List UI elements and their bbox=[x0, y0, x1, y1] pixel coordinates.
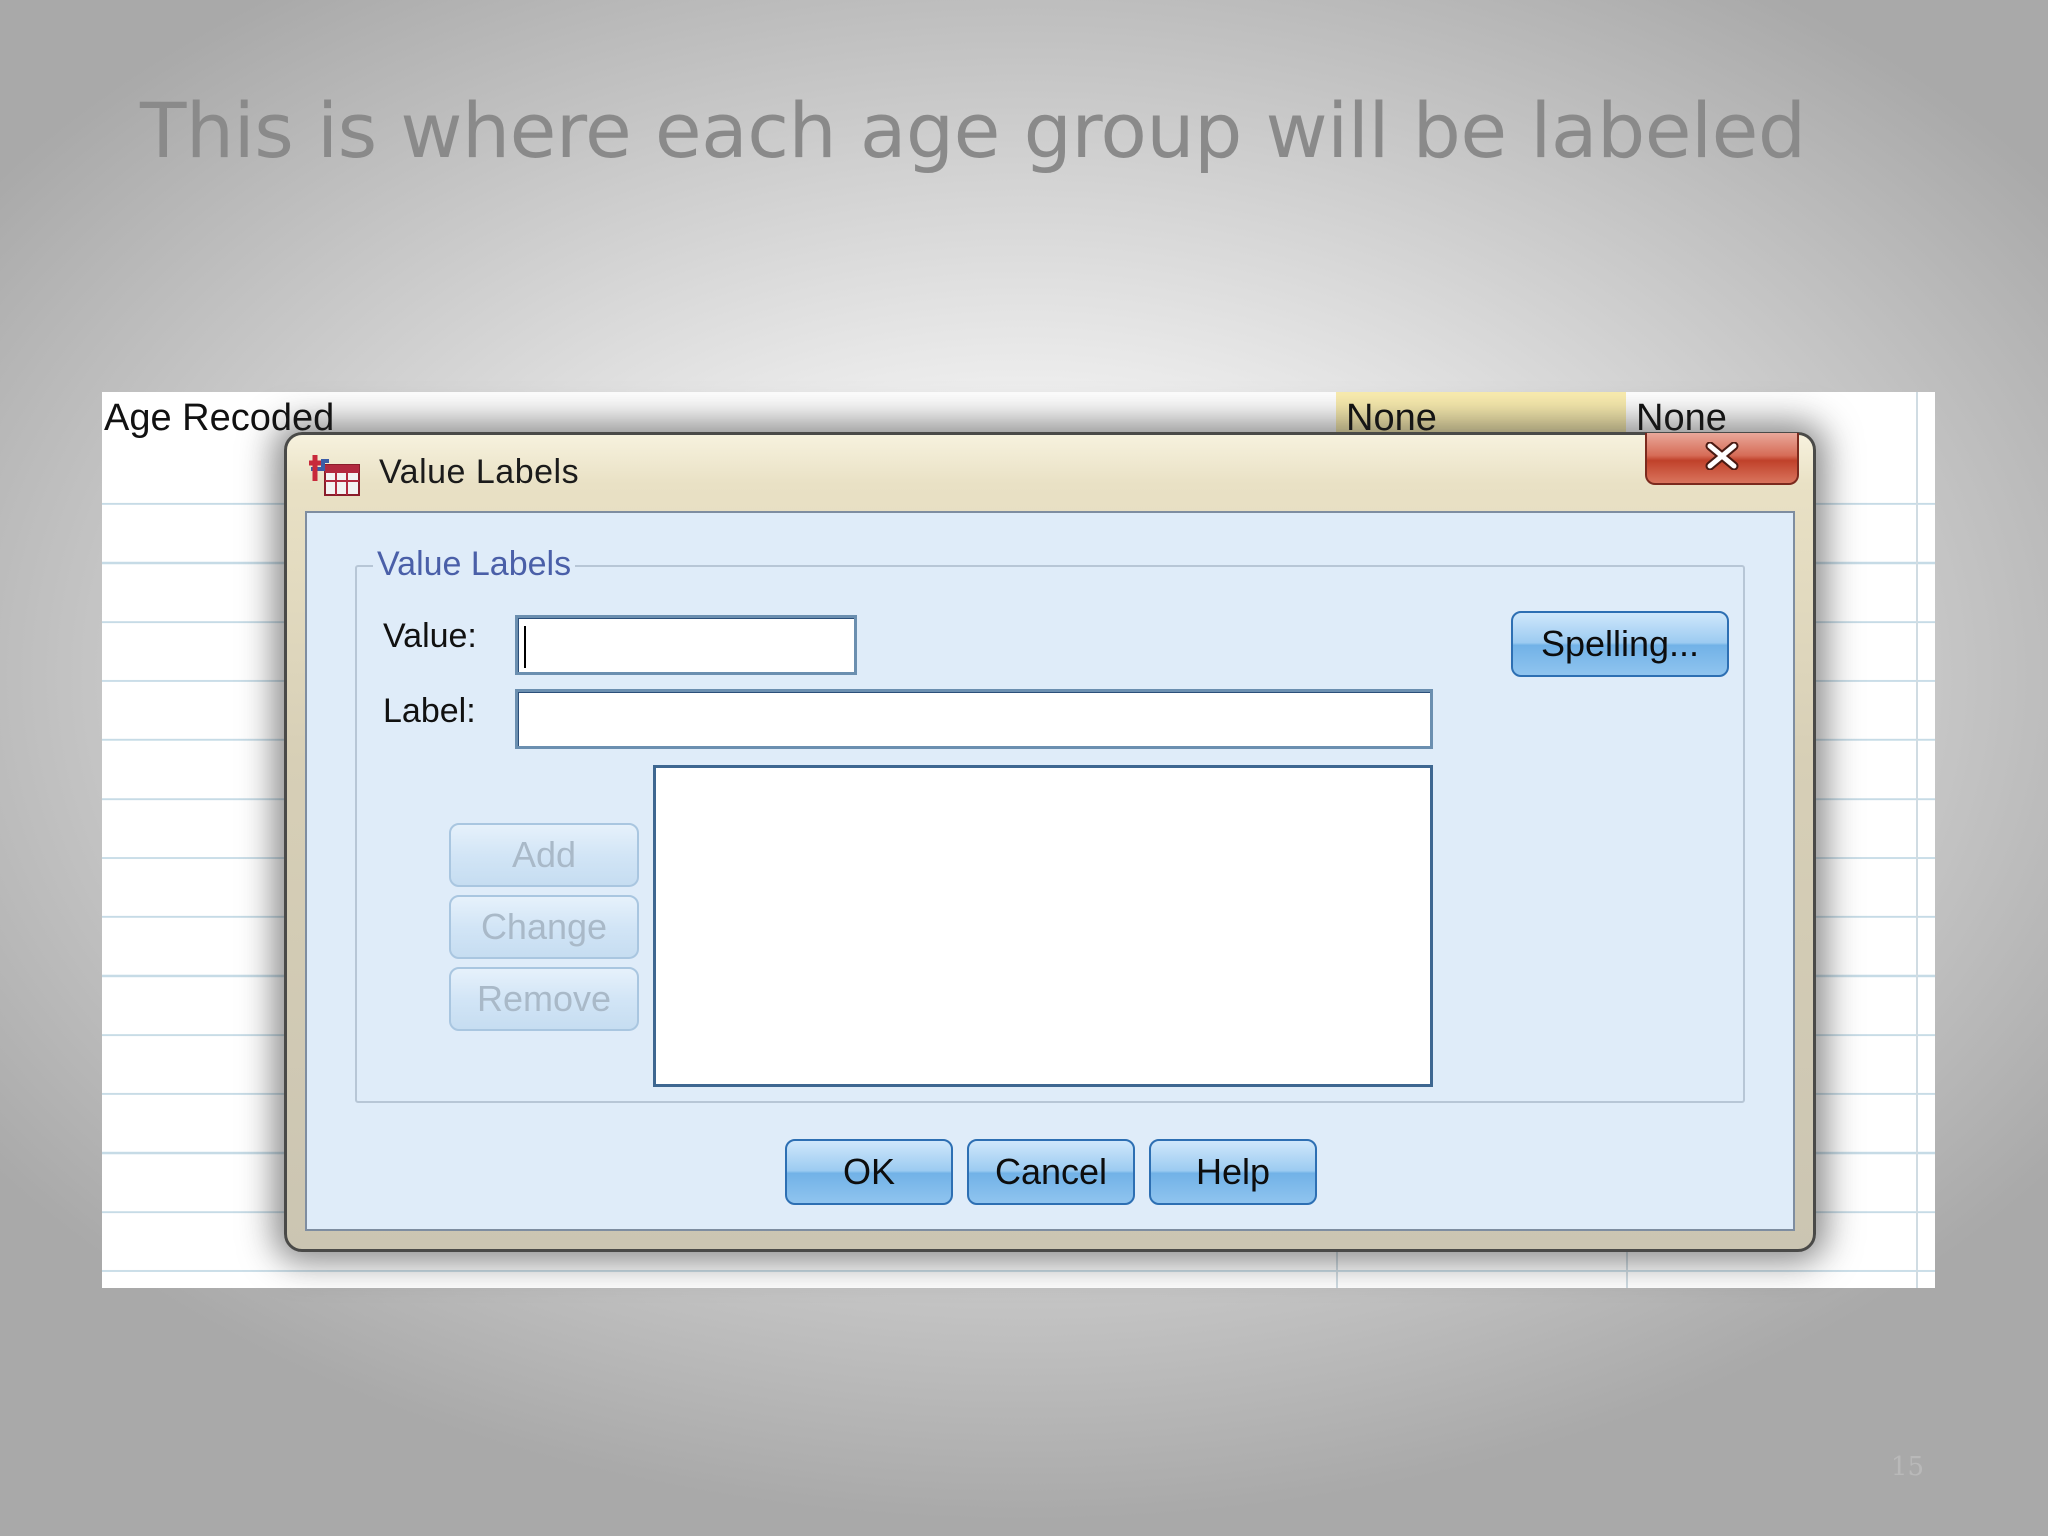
column-divider bbox=[1916, 392, 1918, 1288]
slide-title: This is where each age group will be lab… bbox=[140, 86, 1806, 175]
label-field-label: Label: bbox=[383, 692, 476, 730]
value-input[interactable] bbox=[515, 615, 857, 675]
group-legend: Value Labels bbox=[373, 545, 576, 584]
text-caret bbox=[524, 626, 526, 668]
close-button[interactable] bbox=[1645, 433, 1799, 485]
value-labels-list[interactable] bbox=[653, 765, 1433, 1087]
spelling-button[interactable]: Spelling... bbox=[1511, 611, 1729, 677]
value-labels-icon bbox=[309, 451, 361, 497]
dialog-title: Value Labels bbox=[379, 453, 580, 491]
help-button[interactable]: Help bbox=[1149, 1139, 1317, 1205]
remove-button[interactable]: Remove bbox=[449, 967, 639, 1031]
value-labels-group: Value Labels Value: Label: Spelling... A… bbox=[355, 545, 1745, 1103]
value-labels-dialog: Value Labels Value Labels Value: Label: … bbox=[284, 432, 1816, 1252]
cancel-button[interactable]: Cancel bbox=[967, 1139, 1135, 1205]
label-input[interactable] bbox=[515, 689, 1433, 749]
add-button[interactable]: Add bbox=[449, 823, 639, 887]
slide-page-number: 15 bbox=[1890, 1452, 1924, 1482]
value-field-label: Value: bbox=[383, 617, 477, 655]
ok-button[interactable]: OK bbox=[785, 1139, 953, 1205]
dialog-client-area: Value Labels Value: Label: Spelling... A… bbox=[305, 511, 1795, 1231]
close-icon bbox=[1705, 441, 1739, 474]
change-button[interactable]: Change bbox=[449, 895, 639, 959]
